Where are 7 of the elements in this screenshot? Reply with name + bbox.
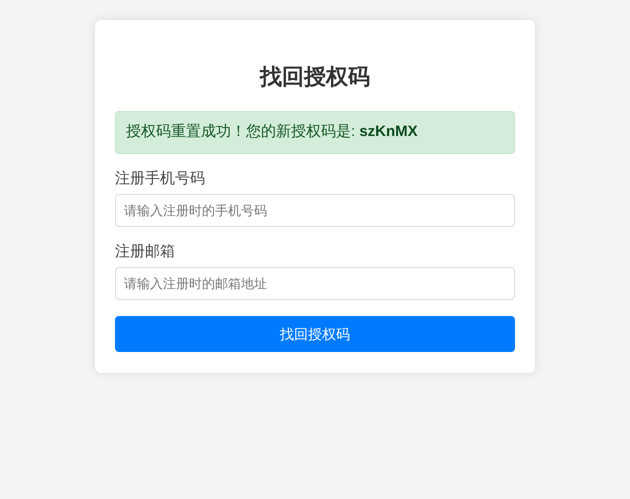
alert-message: 授权码重置成功！您的新授权码是: szKnMX bbox=[126, 122, 418, 142]
field-label: 注册手机号码 bbox=[115, 169, 205, 189]
input-field[interactable]: 请输入注册时的手机号码 bbox=[115, 194, 515, 227]
input-field[interactable]: 请输入注册时的邮箱地址 bbox=[115, 267, 515, 300]
submit-button[interactable]: 找回授权码 bbox=[115, 316, 515, 352]
field-label: 注册邮箱 bbox=[115, 242, 175, 262]
page-title: 找回授权码 bbox=[260, 63, 370, 91]
